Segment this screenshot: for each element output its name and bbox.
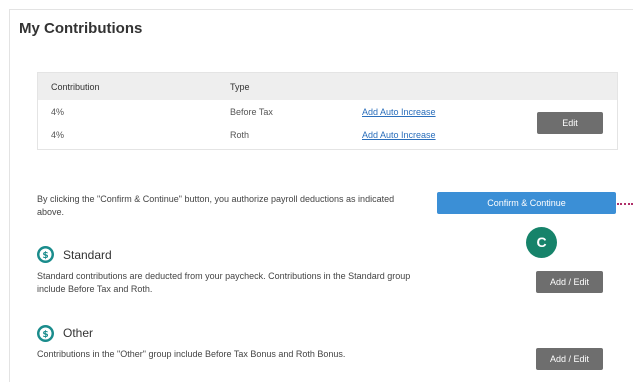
callout-pointer xyxy=(617,203,633,205)
svg-text:$: $ xyxy=(42,251,48,261)
row-contribution: 4% xyxy=(51,107,65,117)
section-title-standard: Standard xyxy=(63,248,112,262)
page-title: My Contributions xyxy=(19,20,143,37)
add-auto-increase-link[interactable]: Add Auto Increase xyxy=(362,107,436,117)
section-description-standard: Standard contributions are deducted from… xyxy=(37,271,411,294)
edit-button[interactable]: Edit xyxy=(537,112,603,134)
dollar-circle-icon: $ xyxy=(36,245,55,264)
column-header-contribution: Contribution xyxy=(51,82,100,92)
contributions-table: Contribution Type 4% Before Tax Add Auto… xyxy=(37,72,618,150)
row-type: Roth xyxy=(230,130,250,140)
confirm-continue-button[interactable]: Confirm & Continue xyxy=(437,192,616,214)
row-type: Before Tax xyxy=(230,107,273,117)
add-edit-standard-button[interactable]: Add / Edit xyxy=(536,271,603,293)
add-auto-increase-link[interactable]: Add Auto Increase xyxy=(362,130,436,140)
section-description-other: Contributions in the "Other" group inclu… xyxy=(37,349,346,359)
dollar-circle-icon: $ xyxy=(36,324,55,343)
row-contribution: 4% xyxy=(51,130,65,140)
add-edit-other-button[interactable]: Add / Edit xyxy=(536,348,603,370)
section-title-other: Other xyxy=(63,326,94,340)
column-header-type: Type xyxy=(230,82,250,92)
svg-text:$: $ xyxy=(42,330,48,340)
callout-badge: C xyxy=(526,227,557,258)
table-header: Contribution Type xyxy=(38,73,617,100)
authorization-note: By clicking the "Confirm & Continue" but… xyxy=(37,194,395,217)
